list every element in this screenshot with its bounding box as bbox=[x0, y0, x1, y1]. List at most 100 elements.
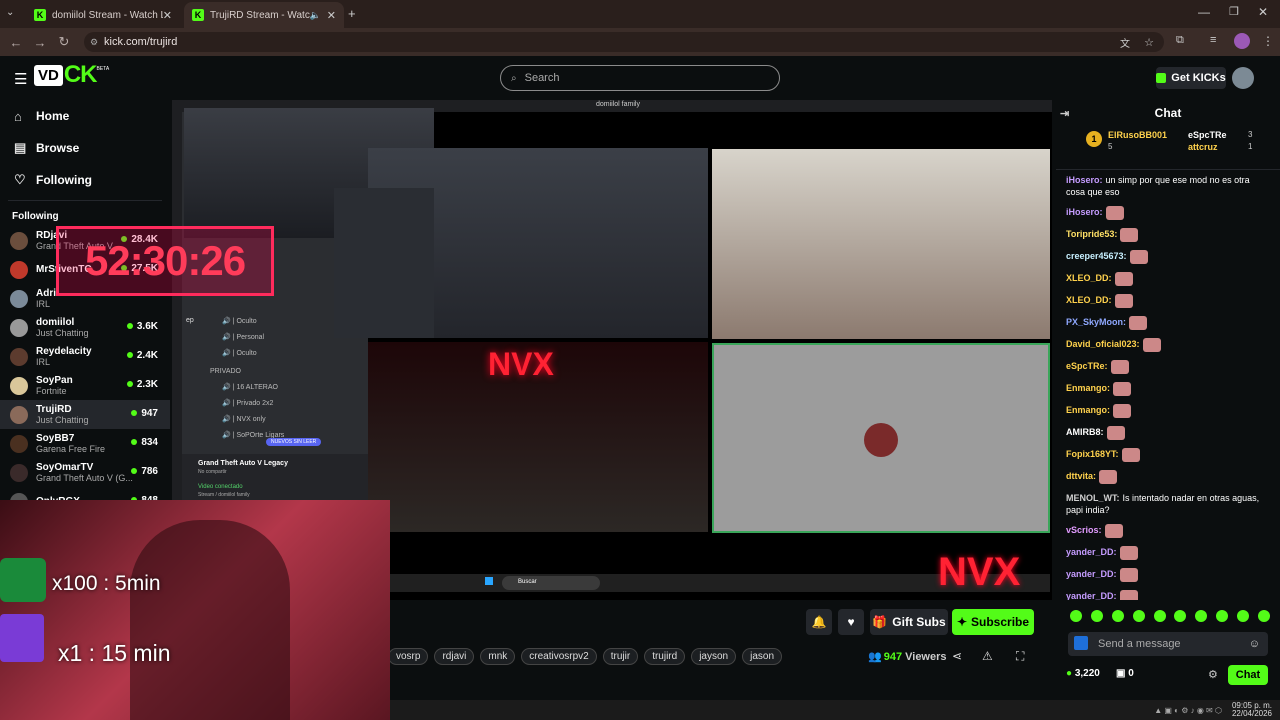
discord-channel[interactable]: 🔊 | Personal bbox=[222, 330, 284, 346]
profile-avatar[interactable] bbox=[1234, 33, 1250, 49]
sidebar-channel[interactable]: domiilol Just Chatting 3.6K bbox=[0, 313, 170, 342]
chat-username[interactable]: vScrios: bbox=[1066, 525, 1102, 535]
stream-tag[interactable]: mnk bbox=[480, 648, 516, 665]
chat-message: PX_SkyMoon: bbox=[1056, 312, 1280, 334]
subscribe-button[interactable]: ✦ Subscribe bbox=[952, 609, 1034, 635]
chat-username[interactable]: Enmango: bbox=[1066, 405, 1110, 415]
forward-icon[interactable]: → bbox=[28, 35, 52, 50]
chat-username[interactable]: David_oficial023: bbox=[1066, 339, 1140, 349]
chat-username[interactable]: AMIRB8: bbox=[1066, 427, 1104, 437]
sidebar-channel[interactable]: SoyBB7 Garena Free Fire 834 bbox=[0, 429, 170, 458]
emote-icon bbox=[1142, 338, 1161, 352]
emoji-icon[interactable]: ☺ bbox=[1249, 638, 1260, 650]
emote-icon[interactable] bbox=[1237, 610, 1249, 622]
bookmark-star-icon[interactable]: ☆ bbox=[1144, 36, 1154, 49]
translate-icon[interactable]: 文 bbox=[1120, 35, 1130, 50]
restore-icon[interactable]: ❐ bbox=[1229, 5, 1239, 18]
emote-icon[interactable] bbox=[1216, 610, 1229, 622]
close-icon[interactable]: ✕ bbox=[163, 9, 172, 22]
emote-icon[interactable] bbox=[1174, 610, 1187, 622]
stream-tag[interactable]: creativosrpv2 bbox=[521, 648, 597, 665]
sidebar-channel[interactable]: TrujiRD Just Chatting 947 bbox=[0, 400, 170, 429]
emote-icon[interactable] bbox=[1070, 610, 1082, 622]
emote-icon[interactable] bbox=[1090, 610, 1103, 622]
hamburger-menu-icon[interactable]: ☰ bbox=[14, 70, 27, 88]
browser-tab-trujird[interactable]: K TrujiRD Stream - Watch Live 🔈 ✕ bbox=[184, 2, 344, 28]
chat-username[interactable]: yander_DD: bbox=[1066, 547, 1117, 557]
system-clock[interactable]: 09:05 p. m. 22/04/2026 bbox=[1232, 702, 1272, 718]
chat-username[interactable]: yander_DD: bbox=[1066, 569, 1117, 579]
chat-username[interactable]: Toripride53: bbox=[1066, 229, 1117, 239]
chat-settings-icon[interactable]: ⚙ bbox=[1208, 668, 1218, 681]
discord-channel[interactable]: 🔊 | Oculto bbox=[222, 346, 284, 362]
stream-tag[interactable]: trujir bbox=[602, 648, 639, 665]
chat-username[interactable]: iHosero: bbox=[1066, 207, 1103, 217]
discord-channel[interactable]: 🔊 | 16 ALTERAO bbox=[222, 380, 284, 396]
chat-username[interactable]: dttvita: bbox=[1066, 471, 1096, 481]
emote-icon bbox=[1114, 272, 1133, 286]
chat-username[interactable]: PX_SkyMoon: bbox=[1066, 317, 1126, 327]
report-icon[interactable]: ⚠ bbox=[982, 649, 993, 663]
tray-icons[interactable]: ▲ ▣ ◐ ⚙ ♪ ◉ ✉ ⬡ bbox=[1154, 706, 1222, 715]
chat-username[interactable]: XLEO_DD: bbox=[1066, 273, 1112, 283]
browser-tab-domiilol[interactable]: K domiilol Stream - Watch Live o ✕ bbox=[26, 2, 180, 28]
gift-subs-button[interactable]: 🎁 Gift Subs bbox=[870, 609, 948, 635]
emote-icon[interactable] bbox=[1195, 610, 1208, 622]
discord-channel[interactable]: 🔊 | NVX only bbox=[222, 412, 284, 428]
tab-list-icon[interactable]: ⌄ bbox=[6, 7, 14, 18]
sidebar-item-home[interactable]: ⌂ Home bbox=[0, 100, 170, 132]
chat-username[interactable]: Enmango: bbox=[1066, 383, 1110, 393]
chat-username[interactable]: yander_DD: bbox=[1066, 591, 1117, 600]
stream-tag[interactable]: trujird bbox=[644, 648, 686, 665]
follow-button[interactable]: ♥ bbox=[838, 609, 864, 635]
emote-icon[interactable] bbox=[1111, 610, 1124, 622]
sidebar-item-following[interactable]: ♡ Following bbox=[0, 164, 170, 196]
new-unread-badge[interactable]: NUEVOS SIN LEER bbox=[266, 438, 322, 446]
extensions-icon[interactable]: ⧉ bbox=[1176, 34, 1184, 47]
close-icon[interactable]: ✕ bbox=[327, 9, 336, 22]
sidebar-channel[interactable]: SoyPan Fortnite 2.3K bbox=[0, 371, 170, 400]
chat-username[interactable]: eSpcTRe: bbox=[1066, 361, 1108, 371]
channel-points[interactable]: ● 3,220 bbox=[1066, 668, 1100, 679]
chat-message-input[interactable]: Send a message ☺ bbox=[1068, 632, 1268, 656]
site-info-icon[interactable]: ⚙ bbox=[90, 37, 98, 48]
kick-logo[interactable]: VD CK BETA bbox=[34, 61, 109, 88]
sidebar-channel[interactable]: SoyOmarTV Grand Theft Auto V (G... 786 bbox=[0, 458, 170, 487]
menu-dots-icon[interactable]: ⋮ bbox=[1262, 34, 1274, 48]
back-icon[interactable]: ← bbox=[4, 35, 28, 50]
new-tab-icon[interactable]: + bbox=[348, 6, 356, 21]
emote-icon[interactable] bbox=[1257, 610, 1270, 622]
speaker-icon[interactable]: 🔈 bbox=[310, 10, 321, 21]
chat-username[interactable]: iHosero: bbox=[1066, 175, 1103, 185]
reload-icon[interactable]: ↻ bbox=[52, 34, 76, 50]
emote-icon[interactable] bbox=[1153, 610, 1166, 622]
media-icon[interactable]: ≡ bbox=[1210, 34, 1216, 46]
stream-tag[interactable]: rdjavi bbox=[434, 648, 475, 665]
send-chat-button[interactable]: Chat bbox=[1228, 665, 1268, 685]
discord-channel[interactable]: 🔊 | Privado 2x2 bbox=[222, 396, 284, 412]
chat-username[interactable]: XLEO_DD: bbox=[1066, 295, 1112, 305]
emote-icon[interactable] bbox=[1132, 610, 1145, 622]
sidebar-item-browse[interactable]: ▤ Browse bbox=[0, 132, 170, 164]
clip-icon[interactable]: ⛶ bbox=[1016, 649, 1024, 664]
url-field[interactable]: ⚙ kick.com/trujird ☆ 文 bbox=[84, 32, 1164, 52]
chat-username[interactable]: Fopix168YT: bbox=[1066, 449, 1119, 459]
user-avatar[interactable] bbox=[1232, 67, 1254, 89]
stream-tag[interactable]: vosrp bbox=[388, 648, 429, 665]
stream-tag[interactable]: jason bbox=[742, 648, 783, 665]
chat-username[interactable]: creeper45673: bbox=[1066, 251, 1127, 261]
stream-tag[interactable]: jayson bbox=[691, 648, 737, 665]
gift-count[interactable]: ▣ 0 bbox=[1116, 668, 1134, 679]
get-kicks-button[interactable]: Get KICKs bbox=[1156, 67, 1226, 89]
window-close-icon[interactable]: ✕ bbox=[1258, 5, 1268, 19]
notification-bell-button[interactable]: 🔔 bbox=[806, 609, 832, 635]
chat-message: iHosero: un simp por que ese mod no es ot… bbox=[1056, 170, 1280, 202]
collapse-chat-icon[interactable]: ⇥ bbox=[1060, 107, 1069, 120]
chat-username[interactable]: MENOL_WT: bbox=[1066, 493, 1120, 503]
search-input[interactable]: ⌕ Search bbox=[500, 65, 780, 91]
discord-channel[interactable]: 🔊 | Oculto bbox=[222, 314, 284, 330]
share-icon[interactable]: ⋖ bbox=[952, 649, 962, 663]
minimize-icon[interactable]: — bbox=[1198, 5, 1210, 19]
sidebar-channel[interactable]: Reydelacity IRL 2.4K bbox=[0, 342, 170, 371]
avatar bbox=[10, 231, 28, 250]
